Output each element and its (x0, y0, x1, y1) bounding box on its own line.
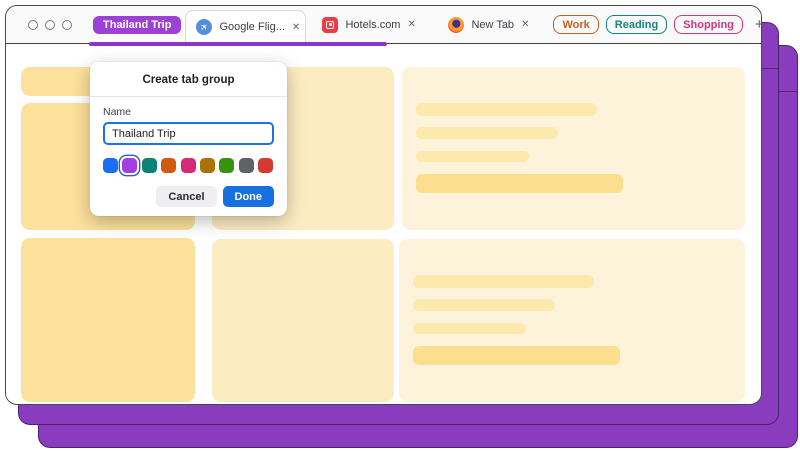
placeholder-panel (399, 239, 745, 402)
done-button[interactable]: Done (223, 186, 275, 207)
color-swatch-teal[interactable] (142, 158, 157, 173)
close-icon[interactable]: ✕ (407, 19, 415, 30)
collapsed-tab-groups: Work Reading Shopping (553, 15, 742, 34)
color-swatch-brown[interactable] (200, 158, 215, 173)
page-content: Create tab group Name (6, 44, 761, 402)
tab-group-pill-reading[interactable]: Reading (606, 15, 667, 34)
placeholder-line (416, 127, 558, 139)
placeholder-block (21, 238, 195, 402)
tab-group-underline (89, 42, 387, 46)
screen: Thailand Trip ✈ Google Flig... ✕ Hotels.… (0, 0, 800, 451)
placeholder-line (416, 174, 623, 193)
group-name-input[interactable] (103, 122, 274, 145)
window-control-maximize[interactable] (62, 20, 72, 30)
placeholder-line (413, 299, 555, 311)
close-icon[interactable]: ✕ (292, 22, 300, 33)
color-swatch-purple[interactable] (122, 158, 137, 173)
color-swatch-pink[interactable] (181, 158, 196, 173)
window-control-close[interactable] (28, 20, 38, 30)
placeholder-panel (402, 67, 745, 230)
tab-label: New Tab (471, 19, 514, 31)
tab-group-badge[interactable]: Thailand Trip (93, 16, 181, 34)
placeholder-line (413, 323, 526, 334)
close-icon[interactable]: ✕ (521, 19, 529, 30)
placeholder-line (413, 275, 594, 288)
tab-google-flights[interactable]: ✈ Google Flig... ✕ (185, 10, 306, 43)
browser-window: Thailand Trip ✈ Google Flig... ✕ Hotels.… (5, 5, 762, 405)
window-control-minimize[interactable] (45, 20, 55, 30)
color-swatch-red[interactable] (258, 158, 273, 173)
hotels-icon (322, 17, 338, 33)
tab-group-pill-work[interactable]: Work (553, 15, 598, 34)
dialog-title: Create tab group (90, 62, 287, 96)
color-swatch-blue[interactable] (103, 158, 118, 173)
placeholder-line (416, 151, 529, 162)
create-tab-group-dialog: Create tab group Name (90, 62, 287, 216)
color-swatch-green[interactable] (219, 158, 234, 173)
color-swatch-orange[interactable] (161, 158, 176, 173)
flights-icon: ✈ (196, 19, 212, 35)
window-controls[interactable] (28, 20, 72, 30)
firefox-icon (448, 17, 464, 33)
new-tab-button[interactable]: + (755, 17, 762, 32)
tab-hotels[interactable]: Hotels.com ✕ (312, 8, 418, 41)
name-label: Name (103, 106, 274, 118)
placeholder-block (212, 239, 394, 402)
tab-group-pill-shopping[interactable]: Shopping (674, 15, 743, 34)
tab-label: Hotels.com (345, 19, 400, 31)
color-swatch-gray[interactable] (239, 158, 254, 173)
color-swatch-row (103, 158, 274, 173)
placeholder-line (416, 103, 597, 116)
tab-strip: Thailand Trip ✈ Google Flig... ✕ Hotels.… (6, 6, 761, 44)
tab-label: Google Flig... (219, 21, 284, 33)
placeholder-line (413, 346, 620, 365)
tab-new-tab[interactable]: New Tab ✕ (438, 8, 539, 41)
cancel-button[interactable]: Cancel (156, 186, 216, 207)
